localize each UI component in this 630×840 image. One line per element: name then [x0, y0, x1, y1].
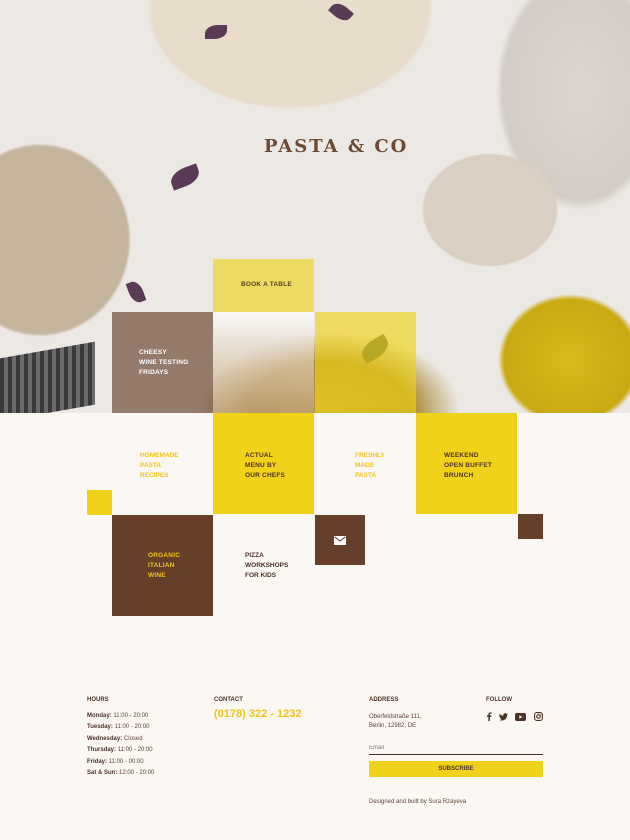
- hours-list: Monday: 11:00 - 20:00 Tuesday: 11:00 - 2…: [87, 711, 154, 779]
- decor-square-brown: [518, 514, 543, 539]
- hours-row: Sat & Sun: 12:00 - 20:00: [87, 770, 155, 777]
- organic-line1: ORGANIC: [148, 552, 181, 559]
- tile-cheesy-line3: FRIDAYS: [139, 369, 169, 376]
- address-block: Oberfeldstraße 111, Berlin, 12982, DE: [369, 713, 421, 730]
- address-line2: Berlin, 12982, DE: [369, 722, 417, 729]
- tile-pizza-workshops[interactable]: PIZZA WORKSHOPS FOR KIDS: [245, 551, 288, 581]
- organic-line2: ITALIAN: [148, 562, 175, 569]
- tile-cheesy-line1: CHEESY: [139, 349, 167, 356]
- tile-yellow-overlay: [315, 312, 416, 413]
- decor-square-yellow: [87, 490, 112, 515]
- subscribe-label: SUBSCRIBE: [438, 766, 474, 772]
- freshly-line2: MADE: [355, 462, 375, 469]
- mail-button[interactable]: [315, 515, 365, 565]
- brand-logo: PASTA & CO: [264, 136, 409, 157]
- tile-actual-menu[interactable]: ACTUAL MENU BY OUR CHEFS: [213, 413, 314, 514]
- weekend-line1: WEEKEND: [444, 452, 479, 459]
- homemade-line1: HOMEMADE: [140, 452, 179, 459]
- address-heading: ADDRESS: [369, 697, 399, 703]
- basil-leaf: [205, 25, 227, 39]
- youtube-icon[interactable]: [515, 712, 526, 721]
- contact-heading: CONTACT: [214, 697, 243, 703]
- homemade-line2: PASTA: [140, 462, 162, 469]
- grater: [0, 341, 95, 413]
- homemade-line3: RECIPES: [140, 472, 169, 479]
- basil-leaf: [328, 0, 354, 25]
- basil-leaf: [167, 163, 203, 191]
- instagram-icon[interactable]: [534, 712, 543, 721]
- facebook-icon[interactable]: [484, 712, 493, 721]
- subscribe-button[interactable]: SUBSCRIBE: [369, 761, 543, 777]
- tile-organic-wine[interactable]: ORGANIC ITALIAN WINE: [112, 515, 213, 616]
- hours-row: Thursday: 11:00 - 20:00: [87, 747, 153, 754]
- email-input[interactable]: [369, 741, 543, 755]
- weekend-line2: OPEN BUFFET: [444, 462, 493, 469]
- tile-freshly-made[interactable]: FRESHLY MADE PASTA: [355, 451, 385, 481]
- credit-text: Designed and built by Sura Rzayeva: [369, 799, 467, 805]
- tile-weekend-brunch[interactable]: WEEKEND OPEN BUFFET BRUNCH: [416, 413, 517, 514]
- basil-leaf: [125, 279, 147, 305]
- hours-row: Friday: 11:00 - 00:00: [87, 758, 144, 765]
- actual-menu-line3: OUR CHEFS: [245, 472, 286, 479]
- book-table-button[interactable]: BOOK A TABLE: [213, 259, 314, 312]
- actual-menu-line2: MENU BY: [245, 462, 277, 469]
- actual-menu-line1: ACTUAL: [245, 452, 273, 459]
- pizza-line3: FOR KIDS: [245, 572, 277, 579]
- twitter-icon[interactable]: [499, 712, 508, 721]
- pizza-line2: WORKSHOPS: [245, 562, 289, 569]
- hours-row: Tuesday: 11:00 - 20:00: [87, 724, 150, 731]
- envelope-icon: [334, 536, 346, 545]
- weekend-line3: BRUNCH: [444, 472, 474, 479]
- contact-phone[interactable]: (0178) 322 - 1232: [214, 708, 301, 720]
- tile-cheesy-wine[interactable]: CHEESY WINE TESTING FRIDAYS: [112, 312, 213, 413]
- address-line1: Oberfeldstraße 111,: [369, 714, 422, 720]
- hours-row: Monday: 11:00 - 20:00: [87, 713, 149, 719]
- freshly-line3: PASTA: [355, 472, 377, 479]
- pizza-line1: PIZZA: [245, 552, 264, 559]
- tile-cheesy-line2: WINE TESTING: [139, 359, 189, 366]
- tile-homemade-pasta[interactable]: HOMEMADE PASTA RECIPES: [140, 451, 179, 481]
- follow-heading: FOLLOW: [486, 697, 512, 703]
- hours-heading: HOURS: [87, 697, 109, 703]
- freshly-line1: FRESHLY: [355, 452, 385, 459]
- tile-blurred: [213, 312, 314, 413]
- book-table-label: BOOK A TABLE: [241, 281, 292, 288]
- hours-row: Wednesday: Closed: [87, 735, 143, 742]
- organic-line3: WINE: [148, 572, 166, 579]
